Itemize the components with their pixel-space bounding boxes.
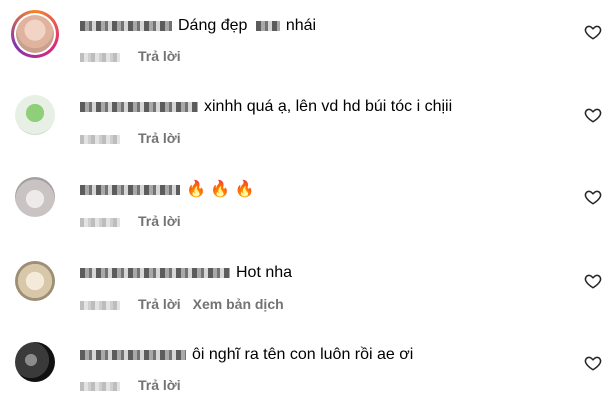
fire-emojis: 🔥 🔥 🔥: [186, 181, 255, 198]
avatar[interactable]: [15, 95, 55, 135]
comment-item: Dáng đẹp nhái Trả lời: [0, 10, 604, 88]
blurred-timestamp: [80, 381, 120, 391]
comment-meta: Trả lời: [80, 212, 181, 230]
see-translation-button[interactable]: Xem bản dịch: [193, 296, 284, 312]
comment-text-tail: nhái: [285, 17, 317, 34]
blurred-timestamp: [80, 300, 120, 310]
reply-button[interactable]: Trả lời: [138, 377, 181, 393]
comment-meta: Trả lời: [80, 376, 181, 394]
avatar[interactable]: [15, 177, 55, 217]
avatar[interactable]: [15, 261, 55, 301]
heart-icon[interactable]: [584, 106, 602, 124]
comment-meta: Trả lời Xem bản dịch: [80, 295, 284, 313]
blurred-username: [80, 267, 230, 278]
blurred-username: [80, 20, 172, 31]
comment-item: Hot nha Trả lời Xem bản dịch: [0, 261, 604, 339]
reply-button[interactable]: Trả lời: [138, 130, 181, 146]
reply-button[interactable]: Trả lời: [138, 296, 181, 312]
comment-text-line: xinhh quá ạ, lên vd hd búi tóc i chịii: [80, 97, 452, 117]
comment-text: xinhh quá ạ, lên vd hd búi tóc i chịii: [204, 98, 453, 115]
comment-text: Dáng đẹp: [178, 17, 248, 34]
reply-button[interactable]: Trả lời: [138, 213, 181, 229]
comment-text-line: ôi nghĩ ra tên con luôn rồi ae ơi: [80, 345, 413, 365]
heart-icon[interactable]: [584, 188, 602, 206]
avatar[interactable]: [15, 342, 55, 382]
blurred-timestamp: [80, 134, 120, 144]
comment-text: Hot nha: [236, 264, 293, 281]
comment-text-line: Hot nha: [80, 263, 292, 283]
heart-icon[interactable]: [584, 272, 602, 290]
avatar-photo: [16, 15, 54, 53]
blurred-username: [80, 101, 198, 112]
comment-text-line: 🔥 🔥 🔥: [80, 180, 255, 200]
blurred-username: [80, 349, 186, 360]
blurred-timestamp: [80, 217, 120, 227]
comment-item: 🔥 🔥 🔥 Trả lời: [0, 177, 604, 255]
comment-item: xinhh quá ạ, lên vd hd búi tóc i chịii T…: [0, 95, 604, 173]
heart-icon[interactable]: [584, 23, 602, 41]
reply-button[interactable]: Trả lời: [138, 48, 181, 64]
blurred-word: [255, 20, 280, 31]
avatar-with-story-ring[interactable]: [11, 10, 59, 58]
heart-icon[interactable]: [584, 354, 602, 372]
comment-meta: Trả lời: [80, 47, 181, 65]
comment-item: ôi nghĩ ra tên con luôn rồi ae ơi Trả lờ…: [0, 342, 604, 420]
comment-text: ôi nghĩ ra tên con luôn rồi ae ơi: [192, 346, 414, 363]
blurred-timestamp: [80, 52, 120, 62]
blurred-username: [80, 184, 180, 195]
comment-text-line: Dáng đẹp nhái: [80, 16, 316, 36]
comment-meta: Trả lời: [80, 129, 181, 147]
